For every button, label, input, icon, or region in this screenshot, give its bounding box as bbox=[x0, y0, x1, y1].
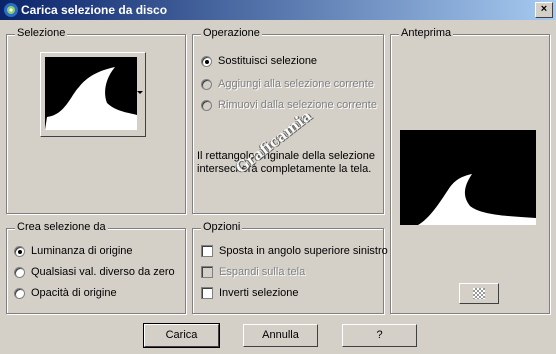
checkbox-box bbox=[201, 266, 213, 278]
radio-label: Luminanza di origine bbox=[31, 245, 133, 257]
annulla-button[interactable]: Annulla bbox=[243, 324, 318, 347]
radio-indicator bbox=[201, 55, 212, 67]
selezione-label: Selezione bbox=[15, 27, 68, 39]
radio-label: Aggiungi alla selezione corrente bbox=[218, 78, 374, 90]
checkbox-espandi[interactable]: Espandi sulla tela bbox=[201, 266, 305, 278]
radio-qualsiasi[interactable]: Qualsiasi val. diverso da zero bbox=[14, 266, 175, 278]
crea-selezione-label: Crea selezione da bbox=[15, 221, 108, 233]
opzioni-label: Opzioni bbox=[201, 221, 243, 233]
checkbox-label: Espandi sulla tela bbox=[219, 266, 306, 278]
dropdown-arrow-icon bbox=[137, 91, 143, 94]
radio-label: Opacità di origine bbox=[31, 287, 117, 299]
transparency-checker-icon bbox=[473, 288, 485, 299]
selection-thumbnail bbox=[45, 57, 137, 130]
radio-label: Qualsiasi val. diverso da zero bbox=[31, 266, 175, 278]
radio-label: Rimuovi dalla selezione corrente bbox=[218, 99, 377, 111]
radio-label: Sostituisci selezione bbox=[218, 55, 318, 67]
radio-indicator bbox=[201, 78, 212, 90]
close-button[interactable]: × bbox=[535, 2, 553, 18]
radio-luminanza[interactable]: Luminanza di origine bbox=[14, 245, 133, 257]
checkbox-sposta[interactable]: Sposta in angolo superiore sinistro bbox=[201, 245, 388, 257]
operazione-label: Operazione bbox=[201, 27, 262, 39]
help-button[interactable]: ? bbox=[342, 324, 417, 347]
transparency-toggle-button[interactable] bbox=[459, 283, 499, 304]
carica-button[interactable]: Carica bbox=[143, 323, 220, 348]
checkbox-label: Inverti selezione bbox=[219, 287, 299, 299]
checkbox-inverti[interactable]: Inverti selezione bbox=[201, 287, 299, 299]
operation-note: Il rettangolo originale della selezione … bbox=[197, 150, 375, 175]
checkbox-box bbox=[201, 245, 213, 257]
title-bar[interactable]: Carica selezione da disco × bbox=[0, 0, 556, 20]
radio-indicator bbox=[201, 99, 212, 111]
radio-sostituisci[interactable]: Sostituisci selezione bbox=[201, 55, 317, 67]
radio-opacita[interactable]: Opacità di origine bbox=[14, 287, 117, 299]
preview-image bbox=[400, 130, 536, 225]
anteprima-label: Anteprima bbox=[399, 27, 454, 39]
selection-thumbnail-button[interactable] bbox=[40, 52, 146, 137]
radio-aggiungi[interactable]: Aggiungi alla selezione corrente bbox=[201, 78, 374, 90]
radio-indicator bbox=[14, 266, 25, 278]
radio-rimuovi[interactable]: Rimuovi dalla selezione corrente bbox=[201, 99, 377, 111]
paint-shop-icon bbox=[4, 3, 18, 17]
checkbox-label: Sposta in angolo superiore sinistro bbox=[219, 245, 388, 257]
radio-indicator bbox=[14, 245, 25, 257]
window-title: Carica selezione da disco bbox=[21, 3, 168, 17]
checkbox-box bbox=[201, 287, 213, 299]
radio-indicator bbox=[14, 287, 25, 299]
